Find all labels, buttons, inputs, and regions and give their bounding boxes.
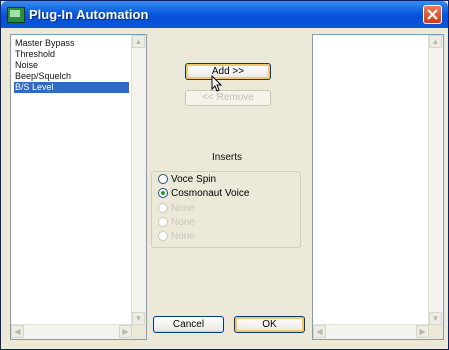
scroll-down-icon[interactable]: ▼ — [429, 312, 442, 325]
list-item[interactable]: Noise — [14, 60, 38, 71]
mouse-cursor-icon — [211, 75, 223, 92]
scroll-up-icon[interactable]: ▲ — [132, 35, 145, 48]
add-button[interactable]: Add >> — [185, 63, 271, 80]
inserts-label: Inserts — [212, 152, 243, 163]
list-item[interactable]: Master Bypass — [14, 38, 75, 49]
list-item[interactable]: B/S Level — [14, 82, 129, 93]
assigned-list[interactable]: ▲ ▼ ◀ ▶ — [312, 34, 444, 340]
title-bar[interactable]: Plug-In Automation — [1, 1, 448, 28]
remove-button[interactable]: << Remove — [185, 90, 271, 106]
list-item[interactable]: Threshold — [14, 49, 55, 60]
scrollbar-corner — [429, 325, 443, 339]
close-button[interactable] — [423, 5, 442, 24]
radio-unchecked-icon — [158, 217, 168, 227]
horizontal-scrollbar[interactable]: ◀ ▶ — [11, 324, 132, 339]
app-icon — [7, 7, 25, 23]
scroll-left-icon[interactable]: ◀ — [11, 325, 24, 338]
horizontal-scrollbar[interactable]: ◀ ▶ — [313, 324, 429, 339]
scrollbar-corner — [132, 325, 146, 339]
ok-button[interactable]: OK — [234, 316, 305, 333]
radio-unchecked-icon — [158, 174, 168, 184]
scroll-right-icon[interactable]: ▶ — [416, 325, 429, 338]
scroll-up-icon[interactable]: ▲ — [429, 35, 442, 48]
plugin-automation-dialog: Plug-In Automation Master Bypass Thresho… — [0, 0, 449, 350]
list-item[interactable]: Beep/Squelch — [14, 71, 71, 82]
scroll-down-icon[interactable]: ▼ — [132, 312, 145, 325]
scroll-left-icon[interactable]: ◀ — [313, 325, 326, 338]
close-icon — [427, 9, 438, 20]
vertical-scrollbar[interactable]: ▲ ▼ — [428, 35, 443, 339]
radio-unchecked-icon — [158, 231, 168, 241]
vertical-scrollbar[interactable]: ▲ ▼ — [131, 35, 146, 339]
radio-unchecked-icon — [158, 203, 168, 213]
scroll-right-icon[interactable]: ▶ — [119, 325, 132, 338]
cancel-button[interactable]: Cancel — [153, 316, 224, 333]
parameter-list[interactable]: Master Bypass Threshold Noise Beep/Squel… — [10, 34, 147, 340]
radio-checked-icon — [158, 188, 168, 198]
window-title: Plug-In Automation — [29, 7, 149, 22]
